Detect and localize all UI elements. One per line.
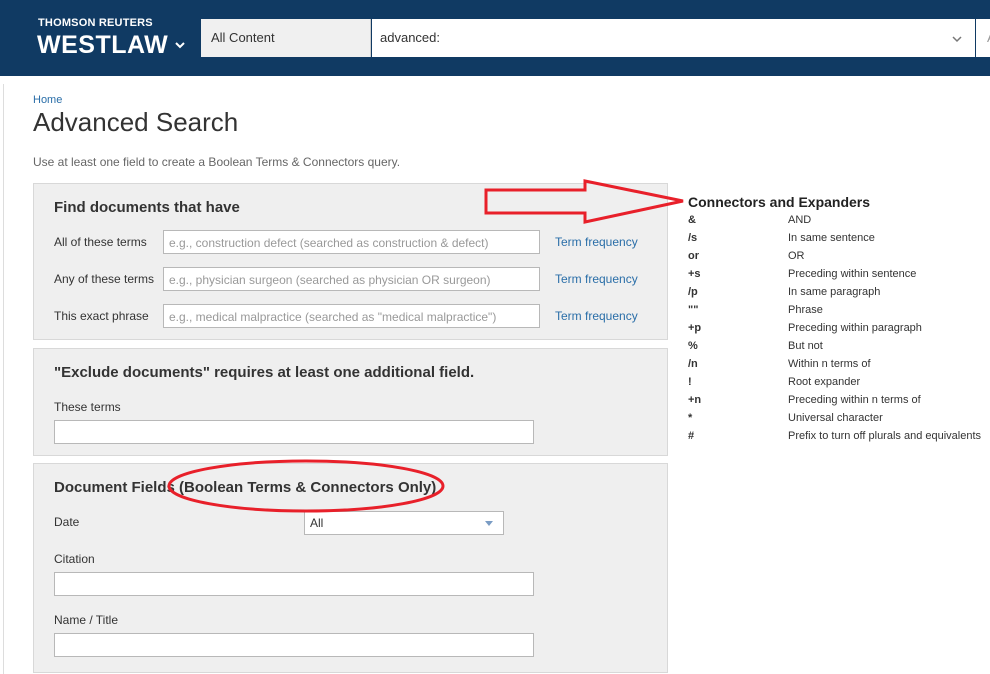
connector-description: Preceding within n terms of — [788, 394, 921, 406]
connector-symbol: % — [688, 340, 698, 352]
page-title: Advanced Search — [33, 107, 239, 137]
connector-row: +n Preceding within n terms of — [688, 394, 988, 412]
any-terms-placeholder: e.g., physician surgeon (searched as phy… — [169, 273, 491, 287]
left-divider — [3, 84, 4, 674]
all-terms-placeholder: e.g., construction defect (searched as c… — [169, 236, 489, 250]
connector-row: % But not — [688, 340, 988, 358]
connector-description: Preceding within sentence — [788, 268, 917, 280]
chevron-down-icon[interactable] — [173, 38, 187, 52]
document-fields-heading: Document Fields (Boolean Terms & Connect… — [54, 479, 437, 496]
connector-description: But not — [788, 340, 823, 352]
content-scope-label: All Content — [211, 30, 275, 45]
intro-text: Use at least one field to create a Boole… — [33, 155, 401, 169]
connectors-title: Connectors and Expanders — [688, 194, 871, 210]
connector-symbol: +s — [688, 268, 701, 280]
connector-description: Root expander — [788, 376, 861, 388]
exact-phrase-label: This exact phrase — [54, 309, 149, 323]
exact-phrase-frequency-link[interactable]: Term frequency — [555, 309, 638, 323]
citation-input[interactable] — [54, 572, 534, 596]
name-title-input[interactable] — [54, 633, 534, 657]
date-select[interactable]: All — [304, 511, 504, 535]
all-terms-label: All of these terms — [54, 235, 147, 249]
connector-symbol: & — [688, 214, 696, 226]
all-terms-frequency-link[interactable]: Term frequency — [555, 235, 638, 249]
connector-row: & AND — [688, 214, 988, 232]
all-terms-input[interactable]: e.g., construction defect (searched as c… — [163, 230, 540, 254]
connector-symbol: /n — [688, 358, 698, 370]
connector-row: /n Within n terms of — [688, 358, 988, 376]
connector-symbol: ! — [688, 376, 692, 388]
brand-company: THOMSON REUTERS — [38, 17, 153, 29]
connector-description: OR — [788, 250, 805, 262]
content-scope-selector[interactable]: All Content — [201, 19, 371, 57]
any-terms-frequency-link[interactable]: Term frequency — [555, 272, 638, 286]
caret-down-icon — [485, 521, 493, 526]
any-terms-input[interactable]: e.g., physician surgeon (searched as phy… — [163, 267, 540, 291]
connector-description: Prefix to turn off plurals and equivalen… — [788, 430, 982, 442]
document-fields-panel: Document Fields (Boolean Terms & Connect… — [33, 463, 668, 673]
name-title-label: Name / Title — [54, 613, 119, 627]
connector-symbol: or — [688, 250, 699, 262]
connector-symbol: * — [688, 412, 693, 424]
connector-description: In same sentence — [788, 232, 875, 244]
find-documents-heading: Find documents that have — [54, 199, 240, 216]
connector-description: Within n terms of — [788, 358, 871, 370]
exclude-documents-heading: "Exclude documents" requires at least on… — [54, 364, 475, 381]
connector-description: Phrase — [788, 304, 823, 316]
search-query-text: advanced: — [380, 30, 440, 45]
connector-symbol: +p — [688, 322, 702, 334]
connector-row: +s Preceding within sentence — [688, 268, 988, 286]
exclude-terms-input[interactable] — [54, 420, 534, 444]
connector-description: In same paragraph — [788, 286, 881, 298]
connector-row: +p Preceding within paragraph — [688, 322, 988, 340]
find-documents-panel: Find documents that have All of these te… — [33, 183, 668, 340]
search-input[interactable]: advanced: — [372, 19, 975, 57]
connector-description: Preceding within paragraph — [788, 322, 922, 334]
connector-row: or OR — [688, 250, 988, 268]
chevron-down-icon[interactable] — [950, 32, 964, 46]
exclude-terms-label: These terms — [54, 400, 121, 414]
connector-symbol: /s — [688, 232, 698, 244]
connector-symbol: # — [688, 430, 695, 442]
date-label: Date — [54, 515, 80, 529]
connector-symbol: "" — [688, 304, 699, 316]
exact-phrase-input[interactable]: e.g., medical malpractice (searched as "… — [163, 304, 540, 328]
date-select-value: All — [310, 516, 324, 530]
connector-row: ! Root expander — [688, 376, 988, 394]
connector-row: /s In same sentence — [688, 232, 988, 250]
exact-phrase-placeholder: e.g., medical malpractice (searched as "… — [169, 310, 497, 324]
exclude-documents-panel: "Exclude documents" requires at least on… — [33, 348, 668, 456]
connector-row: /p In same paragraph — [688, 286, 988, 304]
connector-symbol: /p — [688, 286, 698, 298]
breadcrumb-home[interactable]: Home — [33, 94, 62, 106]
connector-description: Universal character — [788, 412, 883, 424]
connector-row: * Universal character — [688, 412, 988, 430]
connector-description: AND — [788, 214, 812, 226]
citation-label: Citation — [54, 552, 95, 566]
connector-row: "" Phrase — [688, 304, 988, 322]
connector-row: # Prefix to turn off plurals and equivale… — [688, 430, 988, 448]
connector-symbol: +n — [688, 394, 702, 406]
any-terms-label: Any of these terms — [54, 272, 155, 286]
brand-logo-westlaw[interactable]: WESTLAW — [37, 31, 168, 60]
top-header-bar: THOMSON REUTERS WESTLAW All Content adva… — [0, 0, 990, 76]
